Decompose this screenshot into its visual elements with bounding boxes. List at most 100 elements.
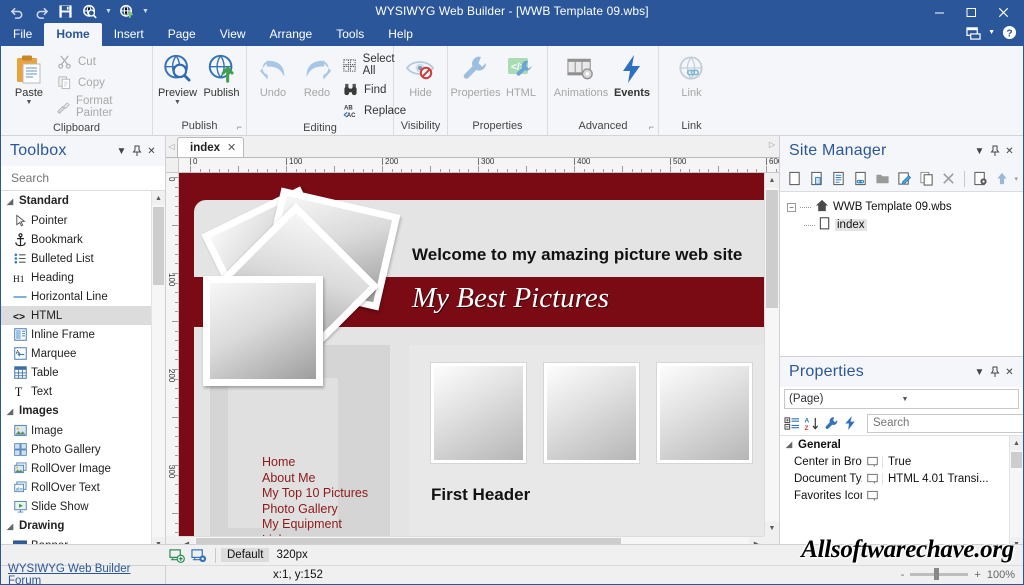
toolbox-item-image[interactable]: Image xyxy=(1,421,165,440)
events-lightning-icon[interactable] xyxy=(843,414,857,433)
toolbox-pin-icon[interactable] xyxy=(129,142,144,160)
toolbox-item-bookmark[interactable]: Bookmark xyxy=(1,230,165,249)
ribbon-display-options-icon[interactable] xyxy=(966,26,981,40)
tree-node-index[interactable]: index xyxy=(787,216,1023,234)
properties-scrollbar[interactable]: ▲ ▼ xyxy=(1009,436,1023,551)
page-properties-icon[interactable] xyxy=(971,169,990,189)
canvas-vscroll-thumb[interactable] xyxy=(766,190,778,308)
tab-scroll-right-icon[interactable]: ▷ xyxy=(769,140,775,149)
cut-button[interactable]: Cut xyxy=(53,51,148,72)
categorized-icon[interactable] xyxy=(784,414,800,433)
page-nav-link[interactable]: My Top 10 Pictures xyxy=(262,486,368,502)
menu-view[interactable]: View xyxy=(208,23,258,46)
zoom-slider[interactable] xyxy=(910,573,968,576)
property-responsive-icon[interactable] xyxy=(862,473,882,484)
html-button[interactable]: </> HTML xyxy=(499,49,543,102)
rename-page-icon[interactable] xyxy=(895,169,914,189)
preview-caret-icon[interactable]: ▼ xyxy=(174,100,181,106)
wysiwyg-forum-link[interactable]: WYSIWYG Web Builder Forum xyxy=(8,563,165,585)
breakpoint-settings-icon[interactable] xyxy=(188,546,210,565)
properties-row[interactable]: Center in Bro... True xyxy=(780,453,1023,470)
publish-dialog-launcher-icon[interactable]: ⌐ xyxy=(237,120,242,134)
toolbox-group-standard[interactable]: ◢ Standard xyxy=(1,191,165,211)
copy-button[interactable]: Copy xyxy=(53,72,148,93)
tree-node-root[interactable]: − WWB Template 09.wbs xyxy=(787,198,1023,216)
page-nav-link[interactable]: About Me xyxy=(262,471,368,487)
new-mobile-page-icon[interactable] xyxy=(807,169,826,189)
menu-page[interactable]: Page xyxy=(156,23,208,46)
toolbox-close-icon[interactable]: ✕ xyxy=(144,142,159,160)
properties-scroll-up-arrow[interactable]: ▲ xyxy=(1010,436,1023,450)
toolbox-item-rollover-text[interactable]: abc RollOver Text xyxy=(1,478,165,497)
toolbox-scroll-up-arrow[interactable]: ▲ xyxy=(152,191,165,205)
menu-insert[interactable]: Insert xyxy=(102,23,156,46)
properties-row[interactable]: Favorites Icon ... xyxy=(780,487,1023,504)
toolbox-item-rollover-image[interactable]: RollOver Image xyxy=(1,459,165,478)
add-breakpoint-icon[interactable] xyxy=(166,546,188,565)
properties-chevron-down-icon[interactable]: ▼ xyxy=(972,363,987,381)
horizontal-ruler[interactable]: 0100200300400500600 xyxy=(179,158,779,173)
toolbox-item-pointer[interactable]: Pointer xyxy=(1,211,165,230)
preview-button[interactable]: Preview ▼ xyxy=(156,49,200,109)
site-manager-pin-icon[interactable] xyxy=(987,142,1002,160)
site-manager-close-icon[interactable]: ✕ xyxy=(1002,142,1017,160)
advanced-dialog-launcher-icon[interactable]: ⌐ xyxy=(649,120,654,134)
canvas-scroll-down-arrow[interactable]: ▼ xyxy=(765,521,779,536)
vertical-ruler[interactable]: 0100200300 xyxy=(166,173,179,536)
paste-caret-icon[interactable]: ▼ xyxy=(26,100,33,106)
move-up-icon[interactable] xyxy=(993,169,1012,189)
page-nav-link[interactable]: My Equipment xyxy=(262,517,368,533)
new-folder-icon[interactable] xyxy=(873,169,892,189)
delete-page-icon[interactable] xyxy=(939,169,958,189)
property-responsive-icon[interactable] xyxy=(862,490,882,501)
toolbox-group-images[interactable]: ◢ Images xyxy=(1,401,165,421)
properties-category-general[interactable]: ◢ General xyxy=(780,436,1023,453)
zoom-out-button[interactable]: - xyxy=(901,569,905,581)
menu-arrange[interactable]: Arrange xyxy=(258,23,325,46)
menu-file[interactable]: File xyxy=(1,23,44,46)
menu-home[interactable]: Home xyxy=(44,23,101,46)
hide-button[interactable]: Hide xyxy=(399,49,443,102)
expand-collapse-icon[interactable]: − xyxy=(787,203,796,212)
toolbox-scroll-thumb[interactable] xyxy=(153,207,164,285)
design-canvas[interactable]: Welcome to my amazing picture web site M… xyxy=(179,173,764,536)
properties-object-selector[interactable]: (Page) ▼ xyxy=(784,389,1019,409)
toolbox-item-marquee[interactable]: A Marquee xyxy=(1,344,165,363)
site-manager-chevron-down-icon[interactable]: ▼ xyxy=(972,142,987,160)
properties-search-box[interactable] xyxy=(867,414,1024,433)
new-link-page-icon[interactable] xyxy=(851,169,870,189)
publish-button[interactable]: Publish xyxy=(200,49,244,102)
zoom-in-button[interactable]: + xyxy=(974,569,980,581)
document-tab-index[interactable]: index ✕ xyxy=(177,137,244,157)
toolbox-item-table[interactable]: Table xyxy=(1,363,165,382)
redo-button[interactable]: Redo xyxy=(295,49,339,102)
toolbox-scrollbar[interactable]: ▲ ▼ xyxy=(151,191,165,551)
maximize-button[interactable] xyxy=(955,1,987,23)
minimize-button[interactable] xyxy=(923,1,955,23)
help-icon[interactable]: ? xyxy=(1002,25,1017,40)
toolbar-overflow-caret-icon[interactable]: ▾ xyxy=(1014,175,1018,183)
close-button[interactable] xyxy=(987,1,1019,23)
duplicate-page-icon[interactable] xyxy=(917,169,936,189)
property-pages-icon[interactable] xyxy=(824,414,839,433)
toolbox-item-inline-frame[interactable]: Inline Frame xyxy=(1,325,165,344)
toolbox-item-slide-show[interactable]: Slide Show xyxy=(1,497,165,516)
toolbox-item-bulleted-list[interactable]: Bulleted List xyxy=(1,249,165,268)
breakpoint-default-chip[interactable]: Default xyxy=(221,548,269,562)
animations-button[interactable]: Animations xyxy=(552,49,610,102)
toolbox-group-drawing[interactable]: ◢ Drawing xyxy=(1,516,165,536)
toolbox-search-input[interactable] xyxy=(9,170,168,186)
zoom-slider-knob[interactable] xyxy=(934,568,939,580)
menu-help[interactable]: Help xyxy=(376,23,425,46)
toolbox-chevron-down-icon[interactable]: ▼ xyxy=(114,142,129,160)
properties-pin-icon[interactable] xyxy=(987,363,1002,381)
new-master-page-icon[interactable] xyxy=(829,169,848,189)
property-responsive-icon[interactable] xyxy=(862,456,882,467)
undo-button[interactable]: Undo xyxy=(251,49,295,102)
properties-row[interactable]: Document Ty... HTML 4.01 Transi... xyxy=(780,470,1023,487)
page-nav-link[interactable]: Home xyxy=(262,455,368,471)
tab-scroll-left-icon[interactable]: ◁ xyxy=(166,135,177,157)
properties-scroll-thumb[interactable] xyxy=(1011,452,1022,468)
properties-search-input[interactable] xyxy=(871,416,1024,430)
properties-close-icon[interactable]: ✕ xyxy=(1002,363,1017,381)
